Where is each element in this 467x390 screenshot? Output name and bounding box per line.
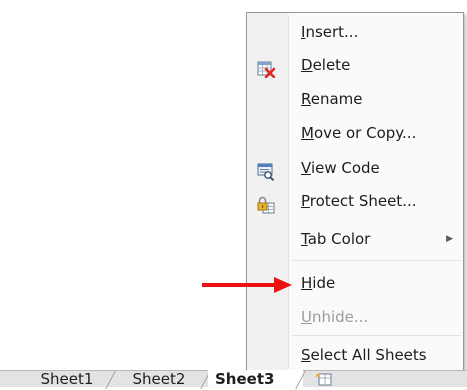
menu-item-label: Select All Sheets bbox=[301, 346, 427, 364]
menu-item-label: Move or Copy... bbox=[301, 124, 417, 142]
menu-item-move-or-copy[interactable]: Move or Copy... bbox=[248, 117, 462, 149]
menu-item-delete[interactable]: Delete bbox=[248, 49, 462, 81]
menu-separator bbox=[293, 335, 461, 336]
sheet-tab-sheet1[interactable]: Sheet1 bbox=[22, 370, 112, 388]
sheet-tab-context-menu: Insert... Delete Rename Move or Copy... bbox=[246, 12, 464, 372]
menu-item-label: Rename bbox=[301, 90, 363, 108]
insert-worksheet-icon[interactable] bbox=[315, 371, 332, 386]
menu-item-label: View Code bbox=[301, 159, 380, 177]
menu-item-tab-color[interactable]: Tab Color ▶ bbox=[248, 223, 462, 255]
menu-item-label: Delete bbox=[301, 56, 351, 74]
sheet-tab-sheet2[interactable]: Sheet2 bbox=[112, 370, 206, 388]
sheet-tab-sheet3-active[interactable]: Sheet3 bbox=[208, 370, 303, 388]
protect-sheet-icon bbox=[257, 193, 275, 214]
view-code-icon bbox=[257, 160, 275, 181]
sheet-tab-bar: Sheet1 Sheet2 Sheet3 bbox=[0, 370, 467, 389]
menu-item-insert[interactable]: Insert... bbox=[248, 16, 462, 48]
menu-item-rename[interactable]: Rename bbox=[248, 83, 462, 115]
menu-separator bbox=[293, 260, 461, 261]
annotation-arrow bbox=[200, 276, 294, 294]
menu-item-protect-sheet[interactable]: Protect Sheet... bbox=[248, 185, 462, 217]
menu-item-label: Protect Sheet... bbox=[301, 192, 417, 210]
delete-sheet-icon bbox=[257, 57, 276, 79]
submenu-arrow-icon: ▶ bbox=[446, 234, 453, 244]
menu-item-label: Unhide... bbox=[301, 308, 369, 326]
menu-item-unhide: Unhide... bbox=[248, 301, 462, 333]
menu-item-select-all-sheets[interactable]: Select All Sheets bbox=[248, 339, 462, 371]
menu-item-label: Hide bbox=[301, 274, 336, 292]
menu-item-view-code[interactable]: View Code bbox=[248, 152, 462, 184]
menu-item-label: Tab Color bbox=[301, 230, 371, 248]
menu-item-label: Insert... bbox=[301, 23, 359, 41]
